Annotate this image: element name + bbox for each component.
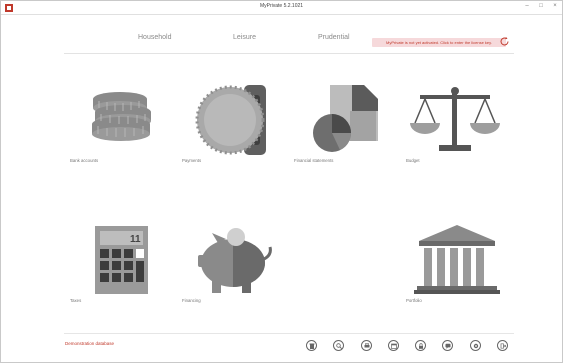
coins-stack-icon xyxy=(92,92,151,141)
balance-scale-icon xyxy=(410,87,500,151)
pie-chart-document-icon xyxy=(313,85,378,152)
svg-text:11: 11 xyxy=(130,234,141,245)
tile-label-budget: Budget xyxy=(406,158,420,163)
chat-button[interactable] xyxy=(442,340,453,351)
tile-financial-statements[interactable]: Financial statements xyxy=(292,81,392,166)
tab-prudential[interactable]: Prudential xyxy=(318,34,350,41)
tile-label-financing: Financing xyxy=(182,298,201,303)
settings-button[interactable] xyxy=(470,340,481,351)
tabs-divider xyxy=(64,53,514,54)
print-button[interactable] xyxy=(361,340,372,351)
tab-leisure[interactable]: Leisure xyxy=(233,34,256,41)
tile-label-portfolio: Portfolio xyxy=(406,298,422,303)
tile-label-financial-statements: Financial statements xyxy=(294,158,334,163)
search-icon xyxy=(335,342,342,349)
trash-button[interactable] xyxy=(306,340,317,351)
window-title: MyPrivate 5.2.1021 xyxy=(259,3,304,9)
refresh-icon[interactable] xyxy=(499,36,510,47)
tile-payments[interactable]: Payments xyxy=(178,81,278,166)
calendar-icon xyxy=(390,343,397,349)
license-notice[interactable]: MyPrivate is not yet activated. Click to… xyxy=(372,38,506,47)
tile-label-payments: Payments xyxy=(182,158,202,163)
maximize-button[interactable]: □ xyxy=(534,3,548,9)
lock-icon xyxy=(418,342,423,349)
app-window: MyPrivate 5.2.1021 – □ × Household Leisu… xyxy=(0,0,563,363)
tab-household[interactable]: Household xyxy=(138,34,171,41)
piggy-bank-icon xyxy=(198,228,272,293)
tile-label-bank-accounts: Bank accounts xyxy=(70,158,99,163)
settings-icon xyxy=(473,343,478,348)
calendar-button[interactable] xyxy=(388,340,399,351)
tile-portfolio[interactable]: Portfolio xyxy=(405,223,505,308)
tile-financing[interactable]: Financing xyxy=(178,223,278,308)
minimize-button[interactable]: – xyxy=(520,3,534,9)
close-button[interactable]: × xyxy=(548,3,562,9)
database-label[interactable]: Demonstration database xyxy=(65,341,114,346)
chat-icon xyxy=(445,343,450,349)
trash-icon xyxy=(309,343,314,349)
coin-slot-icon xyxy=(195,85,266,155)
tile-budget[interactable]: Budget xyxy=(405,81,505,166)
exit-icon xyxy=(500,342,506,349)
tile-taxes[interactable]: 11 Taxes xyxy=(65,223,165,308)
bank-building-icon xyxy=(414,225,500,294)
search-button[interactable] xyxy=(333,340,344,351)
tile-label-taxes: Taxes xyxy=(70,298,82,303)
exit-button[interactable] xyxy=(497,340,508,351)
lock-button[interactable] xyxy=(415,340,426,351)
footer-divider xyxy=(64,333,514,334)
title-bar: MyPrivate 5.2.1021 – □ × xyxy=(1,1,562,15)
tile-bank-accounts[interactable]: Bank accounts xyxy=(65,81,165,166)
calculator-icon: 11 xyxy=(95,226,148,294)
print-icon xyxy=(364,342,369,347)
